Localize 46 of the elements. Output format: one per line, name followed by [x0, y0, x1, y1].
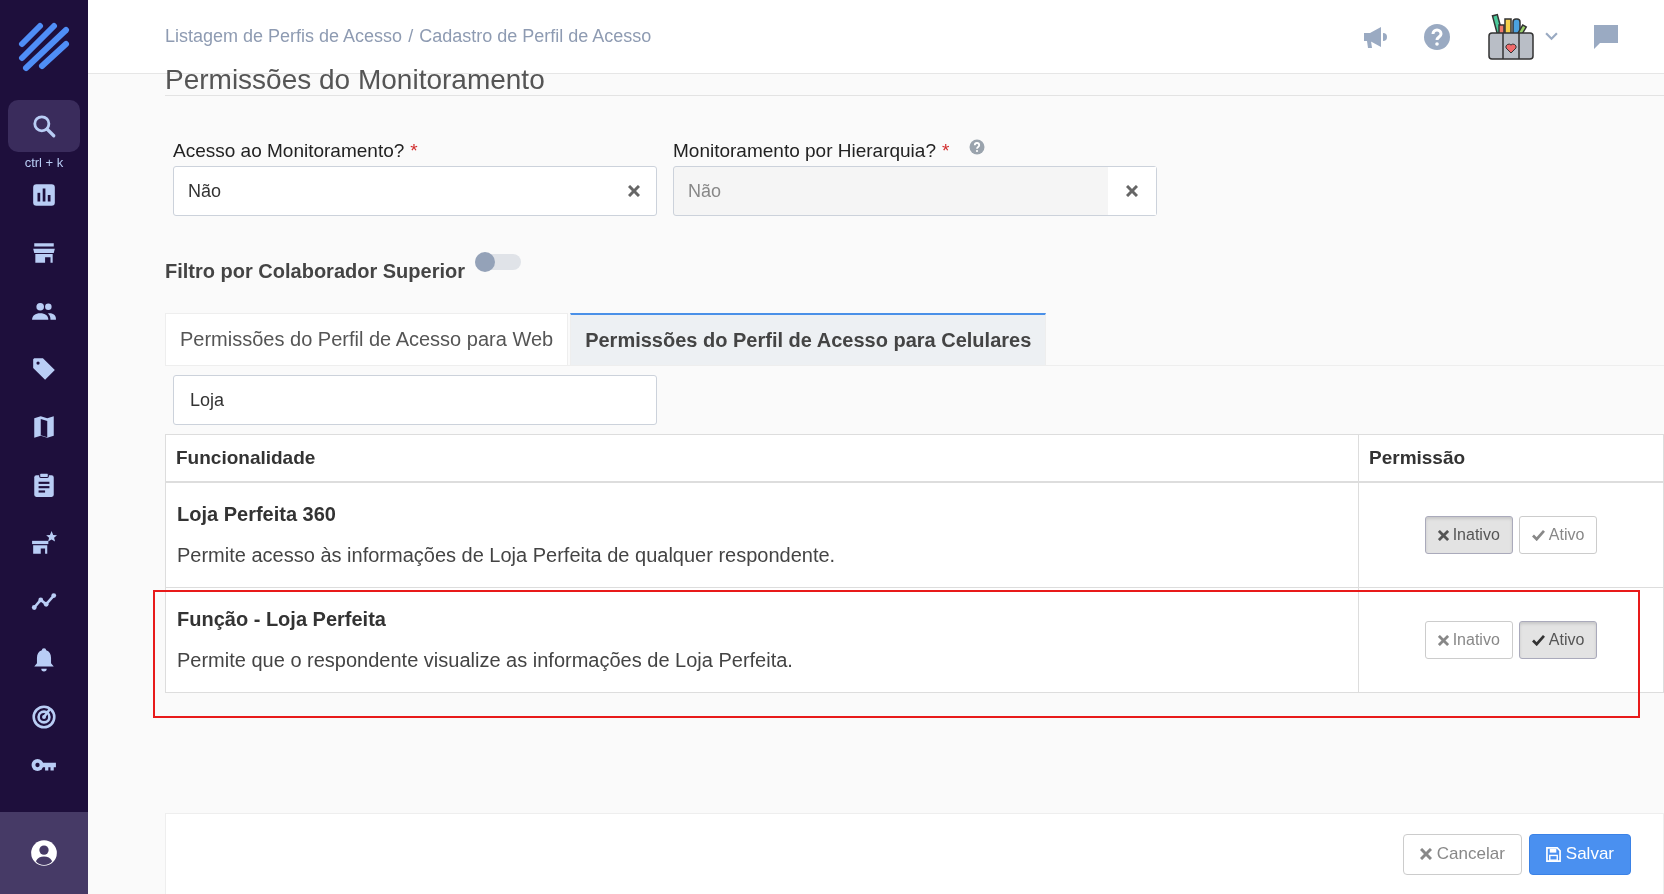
toggle-button[interactable]: Inativo — [1424, 621, 1513, 659]
feature-description: Permite que o respondente visualize as informações de Loja Perfeita. — [177, 649, 794, 672]
pencil-cup-icon[interactable] — [1485, 12, 1537, 61]
search-input[interactable]: Loja — [190, 389, 640, 411]
store-star-icon[interactable] — [31, 530, 57, 556]
bar-chart-icon[interactable] — [31, 182, 57, 208]
logo-icon — [16, 22, 72, 72]
shortcut-hint: ctrl + k — [24, 155, 64, 170]
bell-icon[interactable] — [31, 646, 57, 672]
search-icon — [31, 113, 57, 139]
cancel-button[interactable]: Cancelar — [1402, 833, 1522, 875]
select-field[interactable]: Não — [173, 166, 657, 216]
feature-description: Permite acesso às informações de Loja Perfeita de qualquer respondente. — [177, 544, 837, 567]
x-icon — [1437, 529, 1449, 541]
tag-icon[interactable] — [31, 356, 57, 382]
breadcrumb-separator: / — [408, 26, 414, 47]
search-button[interactable] — [8, 100, 80, 152]
toggle-button[interactable]: Inativo — [1424, 516, 1513, 554]
check-icon — [1531, 634, 1545, 646]
field-label: Monitoramento por Hierarquia? — [673, 140, 936, 162]
tab[interactable]: Permissões do Perfil de Acesso para Celulares — [570, 313, 1047, 365]
store-icon[interactable] — [31, 240, 57, 266]
column-header: Funcionalidade — [165, 434, 1359, 482]
map-icon[interactable] — [31, 414, 57, 440]
toggle-button[interactable]: Ativo — [1518, 621, 1598, 659]
clipboard-icon[interactable] — [31, 472, 57, 498]
section-title: Permissões do Monitoramento — [165, 66, 1664, 96]
user-menu[interactable] — [0, 812, 88, 894]
key-icon[interactable] — [31, 756, 57, 774]
toggle-button[interactable]: Ativo — [1518, 516, 1598, 554]
target-icon[interactable] — [31, 704, 57, 730]
tab[interactable]: Permissões do Perfil de Acesso para Web — [165, 313, 569, 365]
x-icon — [1437, 634, 1449, 646]
column-header: Permissão — [1358, 434, 1664, 482]
feature-title: Loja Perfeita 360 — [177, 503, 337, 526]
user-icon — [30, 839, 58, 867]
x-icon — [1419, 848, 1432, 860]
feature-title: Função - Loja Perfeita — [177, 608, 387, 631]
check-icon — [1531, 529, 1545, 541]
toggle-label: Filtro por Colaborador Superior — [165, 259, 465, 283]
toggle-switch[interactable] — [475, 254, 521, 270]
required-mark: * — [941, 140, 950, 162]
search-field[interactable]: Loja — [173, 375, 657, 425]
save-button[interactable]: Salvar — [1528, 833, 1631, 875]
field-label: Acesso ao Monitoramento? — [173, 140, 405, 162]
required-mark: * — [410, 140, 418, 162]
